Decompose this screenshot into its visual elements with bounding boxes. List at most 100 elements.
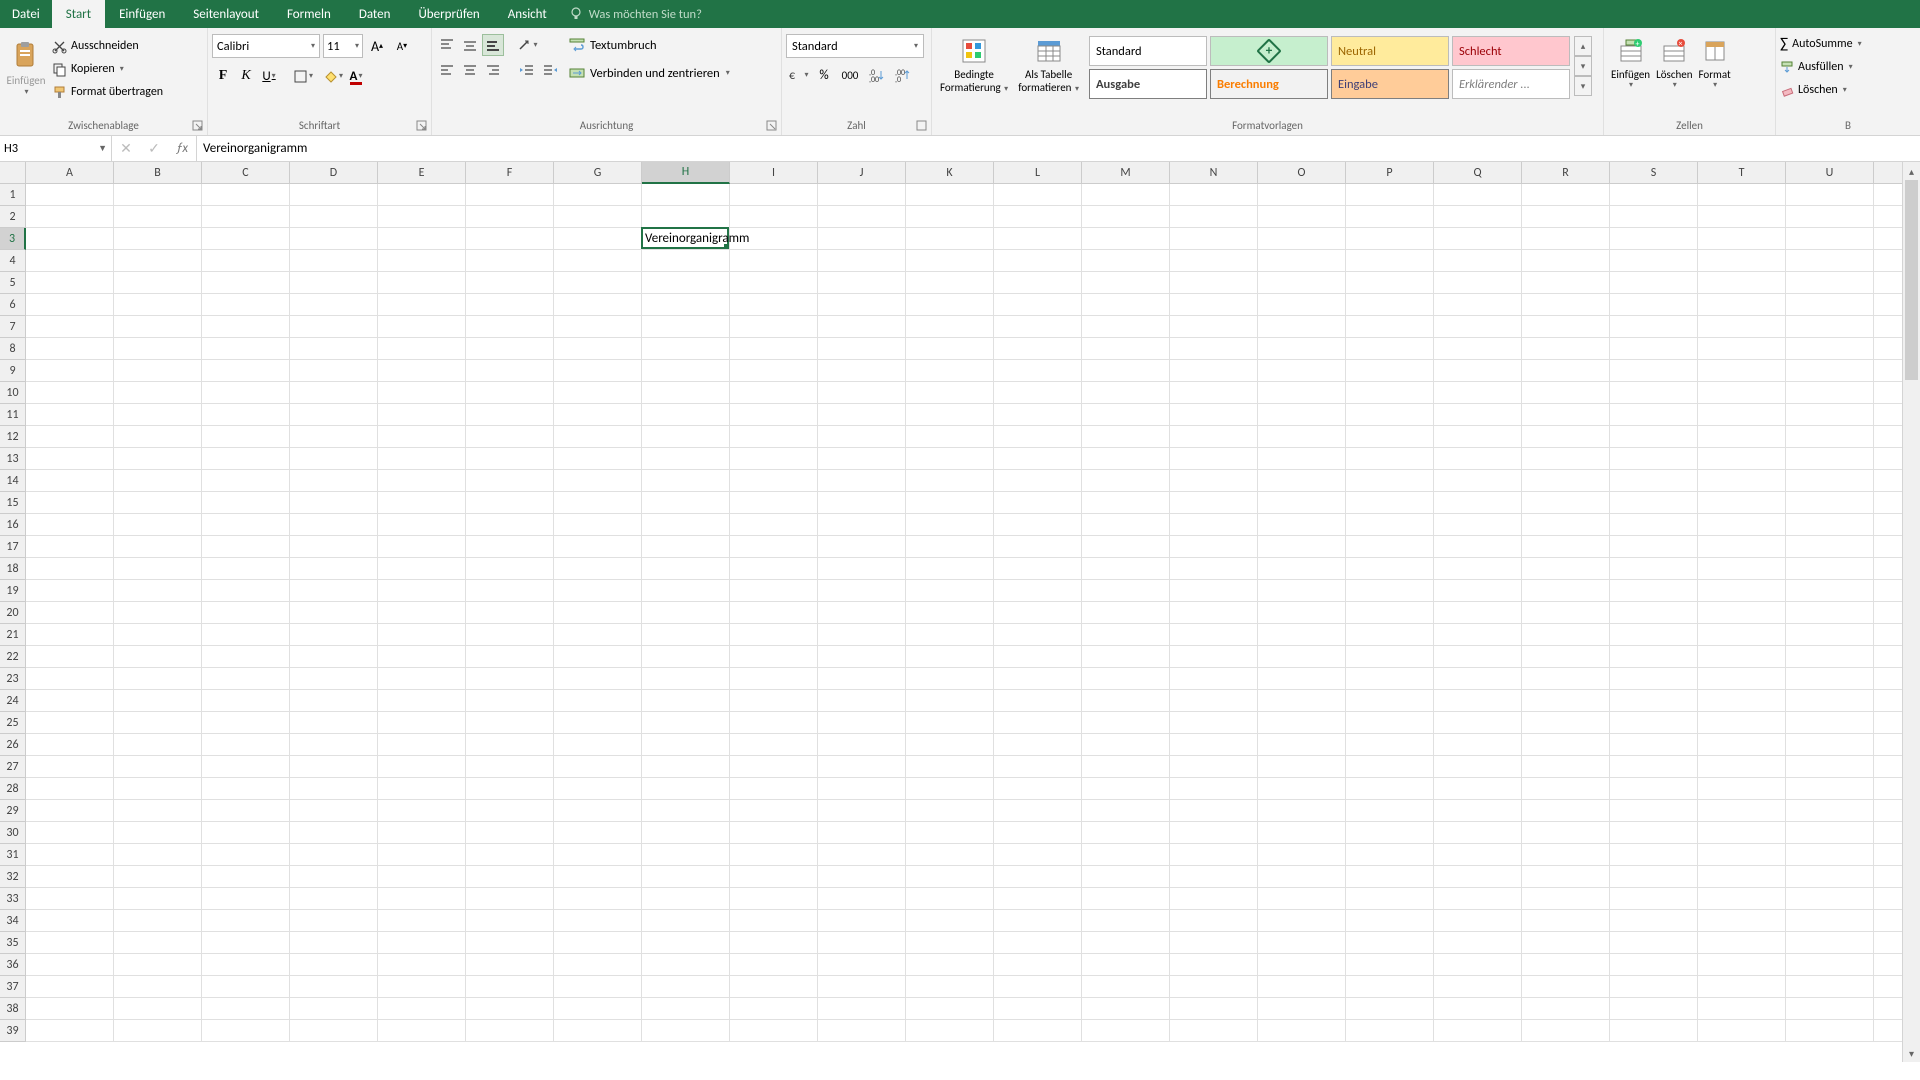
row-header-7[interactable]: 7 (0, 316, 26, 338)
dialog-launcher-font[interactable] (416, 120, 428, 132)
gallery-spinner[interactable]: ▴ ▾ ▾ (1574, 36, 1592, 96)
format-painter-button[interactable]: Format übertragen (48, 82, 167, 102)
row-header-19[interactable]: 19 (0, 580, 26, 602)
row-header-4[interactable]: 4 (0, 250, 26, 272)
row-header-27[interactable]: 27 (0, 756, 26, 778)
column-header-S[interactable]: S (1610, 162, 1698, 184)
formula-cancel-button[interactable]: ✕ (112, 140, 140, 157)
row-header-17[interactable]: 17 (0, 536, 26, 558)
tab-formeln[interactable]: Formeln (273, 0, 345, 28)
fill-button[interactable]: Ausfüllen ▾ (1780, 56, 1853, 77)
italic-button[interactable]: K (235, 64, 257, 88)
increase-decimal-button[interactable]: ,0,00 (864, 63, 888, 87)
row-header-30[interactable]: 30 (0, 822, 26, 844)
row-header-5[interactable]: 5 (0, 272, 26, 294)
name-box[interactable]: H3 ▼ (0, 136, 112, 161)
row-header-22[interactable]: 22 (0, 646, 26, 668)
fx-button[interactable]: ƒx (168, 141, 196, 156)
row-header-13[interactable]: 13 (0, 448, 26, 470)
style-gut[interactable]: + (1210, 36, 1328, 66)
paste-button[interactable]: Einfügen ▾ (4, 34, 48, 97)
select-all-corner[interactable] (0, 162, 26, 184)
underline-button[interactable]: U▾ (258, 64, 280, 88)
shrink-font-button[interactable]: A▾ (391, 35, 413, 57)
cells-area[interactable]: Vereinorganigramm (26, 184, 1920, 1042)
column-header-N[interactable]: N (1170, 162, 1258, 184)
row-header-2[interactable]: 2 (0, 206, 26, 228)
column-header-H[interactable]: H (642, 162, 730, 184)
formula-input[interactable]: Vereinorganigramm (197, 136, 1920, 161)
row-header-35[interactable]: 35 (0, 932, 26, 954)
row-header-12[interactable]: 12 (0, 426, 26, 448)
vertical-scrollbar[interactable]: ▴ ▾ (1902, 162, 1920, 1062)
row-header-34[interactable]: 34 (0, 910, 26, 932)
row-header-24[interactable]: 24 (0, 690, 26, 712)
align-left-button[interactable] (436, 59, 458, 81)
row-header-11[interactable]: 11 (0, 404, 26, 426)
column-header-R[interactable]: R (1522, 162, 1610, 184)
decrease-indent-button[interactable] (516, 59, 538, 81)
formula-enter-button[interactable]: ✓ (140, 140, 168, 157)
align-top-button[interactable] (436, 34, 458, 56)
column-header-C[interactable]: C (202, 162, 290, 184)
comma-button[interactable]: 000 (838, 63, 862, 87)
scroll-thumb[interactable] (1905, 180, 1918, 380)
column-header-F[interactable]: F (466, 162, 554, 184)
tab-ueberpruefen[interactable]: Überprüfen (404, 0, 493, 28)
tab-start[interactable]: Start (52, 0, 105, 28)
gallery-down-button[interactable]: ▾ (1574, 56, 1592, 76)
clear-button[interactable]: Löschen ▾ (1780, 79, 1847, 100)
row-header-3[interactable]: 3 (0, 228, 26, 250)
style-erklaerender[interactable]: Erklärender ... (1452, 69, 1570, 99)
tab-daten[interactable]: Daten (345, 0, 405, 28)
row-header-18[interactable]: 18 (0, 558, 26, 580)
column-header-U[interactable]: U (1786, 162, 1874, 184)
copy-button[interactable]: Kopieren ▾ (48, 59, 167, 79)
gallery-more-button[interactable]: ▾ (1574, 76, 1592, 96)
column-header-G[interactable]: G (554, 162, 642, 184)
column-header-E[interactable]: E (378, 162, 466, 184)
column-header-L[interactable]: L (994, 162, 1082, 184)
column-header-P[interactable]: P (1346, 162, 1434, 184)
percent-button[interactable]: % (812, 63, 836, 87)
row-header-38[interactable]: 38 (0, 998, 26, 1020)
align-center-button[interactable] (459, 59, 481, 81)
tab-einfuegen[interactable]: Einfügen (105, 0, 179, 28)
column-header-J[interactable]: J (818, 162, 906, 184)
style-eingabe[interactable]: Eingabe (1331, 69, 1449, 99)
style-standard[interactable]: Standard (1089, 36, 1207, 66)
row-header-25[interactable]: 25 (0, 712, 26, 734)
accounting-format-button[interactable]: €▾ (786, 63, 810, 87)
column-header-B[interactable]: B (114, 162, 202, 184)
column-header-A[interactable]: A (26, 162, 114, 184)
font-color-button[interactable]: A▾ (345, 64, 367, 88)
font-name-combo[interactable]: Calibri ▾ (212, 34, 320, 58)
row-header-10[interactable]: 10 (0, 382, 26, 404)
column-header-I[interactable]: I (730, 162, 818, 184)
style-schlecht[interactable]: Schlecht (1452, 36, 1570, 66)
row-header-21[interactable]: 21 (0, 624, 26, 646)
row-header-16[interactable]: 16 (0, 514, 26, 536)
scroll-down-button[interactable]: ▾ (1903, 1044, 1920, 1062)
style-neutral[interactable]: Neutral (1331, 36, 1449, 66)
row-header-14[interactable]: 14 (0, 470, 26, 492)
orientation-button[interactable]: ▾ (516, 34, 538, 56)
cells-delete-button[interactable]: × Löschen▾ (1653, 34, 1695, 91)
bold-button[interactable]: F (212, 64, 234, 88)
tab-seitenlayout[interactable]: Seitenlayout (179, 0, 273, 28)
column-header-T[interactable]: T (1698, 162, 1786, 184)
column-header-K[interactable]: K (906, 162, 994, 184)
row-header-26[interactable]: 26 (0, 734, 26, 756)
row-header-36[interactable]: 36 (0, 954, 26, 976)
autosum-button[interactable]: ∑ AutoSumme ▾ (1780, 33, 1862, 54)
dialog-launcher-number[interactable] (916, 120, 928, 132)
row-header-9[interactable]: 9 (0, 360, 26, 382)
align-middle-button[interactable] (459, 34, 481, 56)
align-right-button[interactable] (482, 59, 504, 81)
gallery-up-button[interactable]: ▴ (1574, 36, 1592, 56)
row-header-8[interactable]: 8 (0, 338, 26, 360)
conditional-formatting-button[interactable]: Bedingte Formatierung ▾ (936, 34, 1012, 95)
number-format-combo[interactable]: Standard ▾ (786, 34, 924, 58)
align-bottom-button[interactable] (482, 34, 504, 56)
row-header-31[interactable]: 31 (0, 844, 26, 866)
